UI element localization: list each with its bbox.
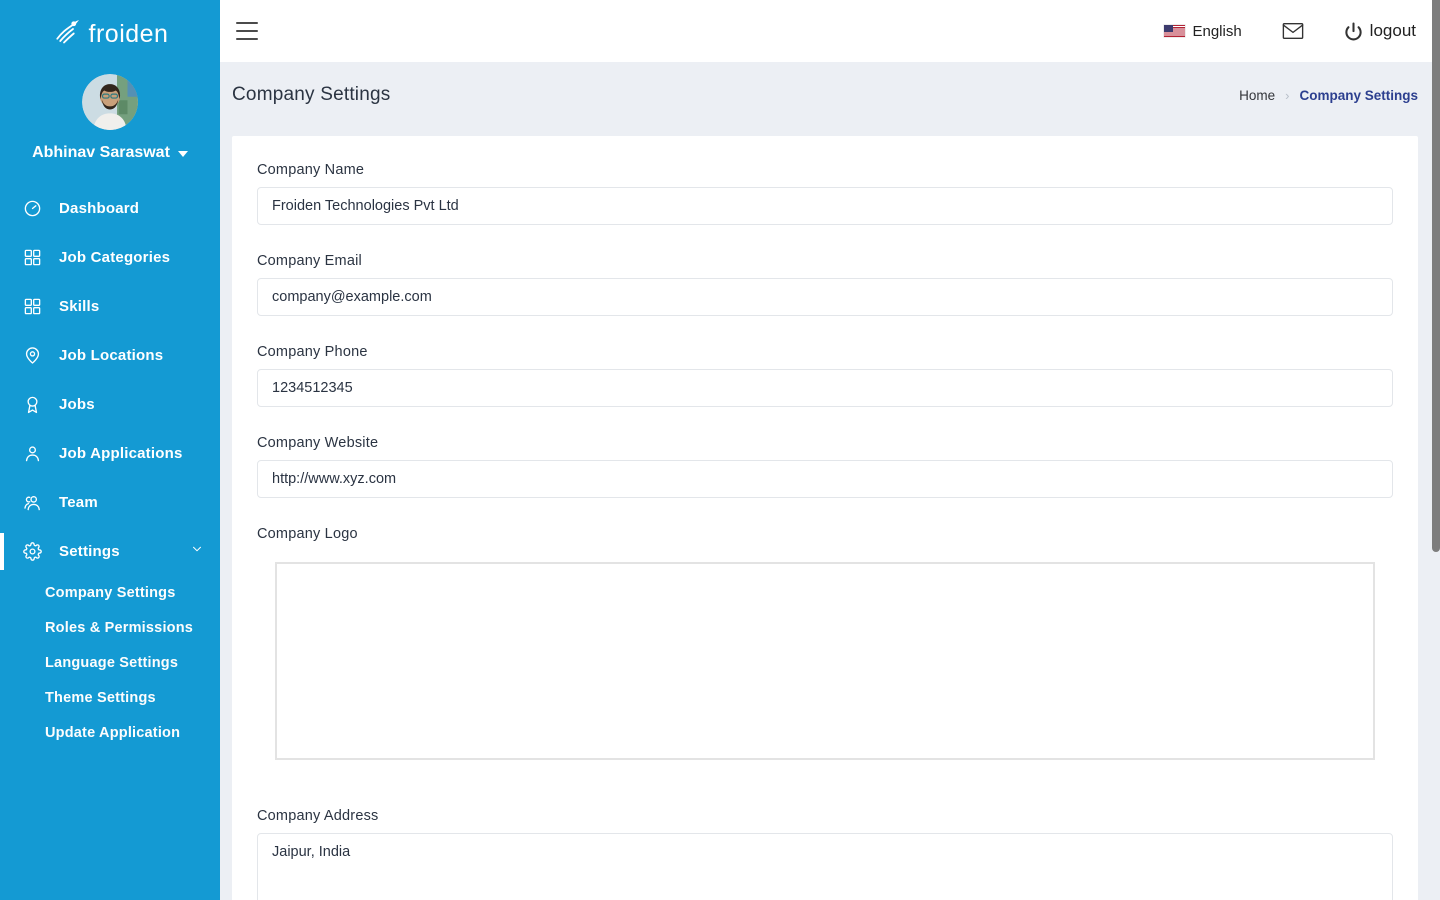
company-website-label: Company Website [257, 435, 1393, 451]
sidebar-subitem-company-settings[interactable]: Company Settings [0, 576, 220, 611]
breadcrumb-current: Company Settings [1299, 88, 1418, 103]
user-menu[interactable]: Abhinav Saraswat [32, 144, 188, 162]
company-address-input[interactable]: Jaipur, India [257, 833, 1393, 900]
language-label: English [1192, 23, 1241, 40]
company-address-label: Company Address [257, 808, 1393, 824]
grid-icon [22, 297, 42, 317]
sidebar-subitem-theme-settings[interactable]: Theme Settings [0, 681, 220, 716]
breadcrumb-home-link[interactable]: Home [1239, 88, 1275, 103]
sidebar-item-skills[interactable]: Skills [0, 282, 220, 331]
power-icon [1344, 22, 1363, 41]
language-selector[interactable]: English [1164, 23, 1241, 40]
breadcrumb-separator-icon: › [1285, 88, 1289, 103]
sidebar-subitem-language-settings[interactable]: Language Settings [0, 646, 220, 681]
gear-icon [22, 542, 42, 562]
sidebar-item-job-applications[interactable]: Job Applications [0, 429, 220, 478]
breadcrumb: Home › Company Settings [1239, 88, 1418, 103]
dashboard-gauge-icon [22, 199, 42, 219]
topbar: English logout [220, 0, 1440, 62]
vertical-scrollbar[interactable] [1432, 0, 1440, 552]
users-icon [22, 493, 42, 513]
user-icon [22, 444, 42, 464]
sidebar-item-settings[interactable]: Settings [0, 527, 220, 576]
grid-icon [22, 248, 42, 268]
logo-text: froiden [89, 20, 169, 49]
company-phone-label: Company Phone [257, 344, 1393, 360]
sidebar-item-team[interactable]: Team [0, 478, 220, 527]
logout-label: logout [1370, 21, 1416, 41]
content-area: Company Settings Home › Company Settings… [220, 62, 1440, 900]
sidebar-subitem-roles-permissions[interactable]: Roles & Permissions [0, 611, 220, 646]
app-logo[interactable]: froiden [0, 0, 220, 52]
company-website-input[interactable] [257, 460, 1393, 498]
company-name-label: Company Name [257, 162, 1393, 178]
company-phone-input[interactable] [257, 369, 1393, 407]
company-email-input[interactable] [257, 278, 1393, 316]
company-logo-label: Company Logo [257, 526, 1393, 542]
avatar[interactable] [82, 74, 138, 130]
sidebar-subitem-update-application[interactable]: Update Application [0, 716, 220, 751]
sidebar-item-job-categories[interactable]: Job Categories [0, 233, 220, 282]
map-pin-icon [22, 346, 42, 366]
envelope-icon [1282, 22, 1304, 40]
us-flag-icon [1164, 25, 1185, 37]
company-settings-form-card: Company Name Company Email Company Phone… [232, 136, 1418, 900]
chevron-down-icon [190, 542, 204, 561]
chevron-down-icon [178, 151, 188, 157]
logout-button[interactable]: logout [1344, 21, 1416, 41]
award-icon [22, 395, 42, 415]
sidebar-item-job-locations[interactable]: Job Locations [0, 331, 220, 380]
company-name-input[interactable] [257, 187, 1393, 225]
menu-toggle-button[interactable] [236, 22, 260, 40]
page-title: Company Settings [232, 84, 390, 106]
sidebar-nav: Dashboard Job Categories Skills Job Loca… [0, 184, 220, 751]
messages-button[interactable] [1282, 22, 1304, 40]
company-email-label: Company Email [257, 253, 1393, 269]
sidebar-item-dashboard[interactable]: Dashboard [0, 184, 220, 233]
settings-submenu: Company Settings Roles & Permissions Lan… [0, 576, 220, 751]
sidebar-item-jobs[interactable]: Jobs [0, 380, 220, 429]
logo-bird-icon [52, 17, 82, 52]
user-name-label: Abhinav Saraswat [32, 144, 170, 162]
sidebar: froiden Abhinav Saras [0, 0, 220, 900]
company-logo-dropzone[interactable] [275, 562, 1375, 760]
